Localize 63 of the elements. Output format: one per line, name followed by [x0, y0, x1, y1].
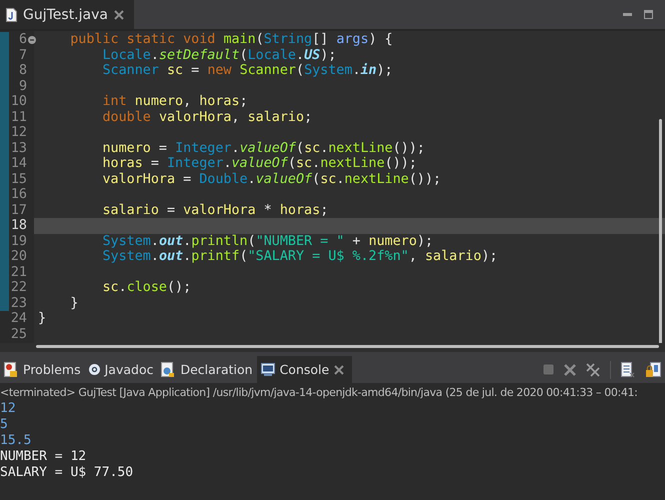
line-number: 11 — [10, 110, 27, 125]
line-number: 17 — [10, 202, 27, 218]
code-line: sc.close(); — [101, 280, 192, 296]
scrollbar[interactable] — [659, 119, 662, 343]
code-line: } — [37, 311, 46, 326]
collapse-icon[interactable] — [28, 36, 36, 44]
line-number: 6 — [18, 32, 27, 48]
code-line: valorHora = Double.valueOf(sc.nextLine()); — [101, 172, 442, 187]
code-line: Locale.setDefault(Locale.US); — [101, 48, 336, 63]
declaration-icon — [161, 362, 176, 378]
console-output-text: NUMBER = 12 — [0, 449, 88, 465]
console-input-text: 5 — [0, 417, 9, 433]
console-output-text: SALARY = U$ 77.50 — [0, 465, 134, 481]
line-number: 16 — [10, 187, 27, 202]
panel-tab[interactable]: Problems — [0, 356, 85, 383]
line-number: 23 — [10, 296, 27, 311]
line-number: 19 — [10, 234, 27, 249]
scrollbar[interactable] — [36, 345, 659, 348]
console-input-text: 15.5 — [0, 433, 32, 449]
line-number: 18 — [10, 218, 27, 234]
close-icon[interactable] — [114, 10, 124, 20]
panel-tab[interactable]: Console — [256, 356, 352, 383]
java-file-icon — [6, 8, 17, 22]
code-line: Scanner sc = new Scanner(System.in); — [101, 63, 393, 78]
panel-tab[interactable]: Declaration — [157, 356, 257, 383]
code-line: System.out.println("NUMBER = " + numero); — [101, 234, 434, 249]
line-number: 15 — [10, 172, 27, 187]
code-line: horas = Integer.valueOf(sc.nextLine()); — [101, 156, 417, 172]
line-number: 21 — [10, 264, 27, 280]
change-marker — [0, 32, 9, 48]
problems-icon — [4, 362, 18, 378]
code-line: int numero, horas; — [101, 94, 248, 110]
editor-tab[interactable]: GujTest.java — [0, 0, 134, 29]
panel-tab[interactable]: Javadoc — [84, 356, 158, 383]
lock-document-icon[interactable] — [645, 362, 661, 378]
line-number: 14 — [10, 156, 27, 172]
line-number: 22 — [10, 280, 27, 296]
code-line: System.out.printf("SALARY = U$ %.2f%n", salario); — [101, 249, 498, 264]
line-number: 24 — [10, 311, 27, 326]
document-icon[interactable] — [621, 362, 635, 378]
line-number: 13 — [10, 140, 27, 156]
console-input-text: 12 — [0, 401, 17, 417]
line-number: 12 — [10, 125, 27, 140]
stop-icon[interactable] — [543, 364, 554, 375]
code-line: public static void main(String[] args) { — [69, 32, 393, 48]
remove-all-icon[interactable] — [586, 362, 600, 376]
close-icon[interactable] — [334, 364, 344, 374]
line-number: 7 — [18, 48, 27, 63]
minimize-icon[interactable] — [623, 12, 632, 16]
code-line: double valorHora, salario; — [101, 110, 312, 125]
code-line: numero = Integer.valueOf(sc.nextLine()); — [101, 140, 425, 156]
line-number: 8 — [18, 63, 27, 78]
console-header: <terminated> GujTest [Java Application] /usr/lib/jvm/java-14-openjdk-amd64/bin/java (25 de jul. de 2020 00:41:33 – 00:41: — [0, 385, 639, 401]
code-line: salario = valorHora * horas; — [101, 202, 328, 218]
change-marker — [0, 296, 9, 311]
line-number: 9 — [18, 78, 27, 94]
maximize-icon[interactable] — [644, 10, 653, 19]
line-number: 10 — [10, 94, 27, 110]
remove-icon[interactable] — [564, 364, 576, 376]
line-number: 25 — [10, 326, 27, 342]
code-line: } — [69, 296, 78, 311]
console-icon — [260, 363, 275, 376]
line-number: 20 — [10, 249, 27, 264]
